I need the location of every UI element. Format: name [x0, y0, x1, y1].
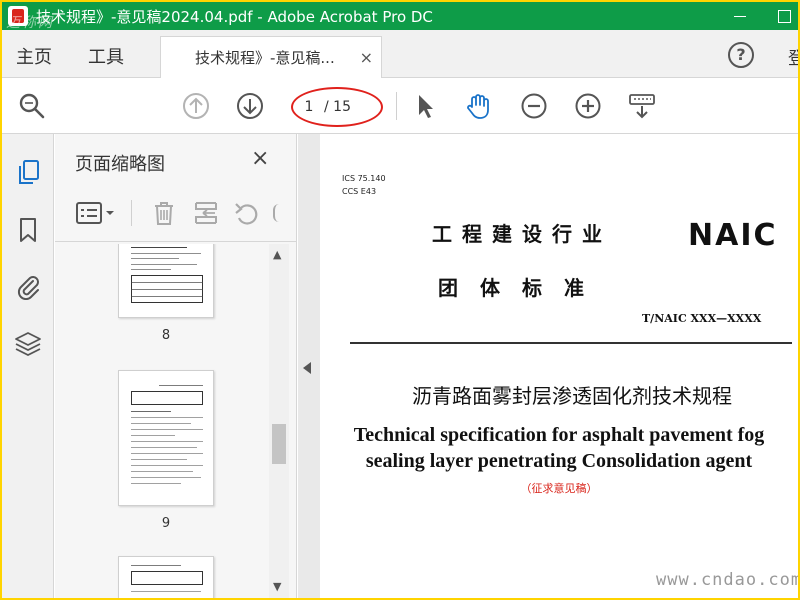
scroll-up-arrow-icon[interactable]: ▲ — [273, 248, 281, 261]
zoom-in-icon[interactable] — [574, 92, 602, 120]
title-bar: 技术规程》-意见稿2024.04.pdf - Adobe Acrobat Pro… — [2, 2, 798, 30]
page-thumbnail-10[interactable] — [118, 556, 214, 598]
bookmark-icon[interactable] — [14, 216, 42, 244]
help-button[interactable]: ? — [728, 42, 754, 68]
document-title-cn: 沥青路面雾封层渗透固化剂技术规程 — [412, 384, 732, 408]
navigation-pane-strip — [2, 134, 54, 598]
attachment-icon[interactable] — [14, 272, 42, 300]
close-tab-icon[interactable]: × — [360, 48, 373, 67]
panel-title: 页面缩略图 — [75, 154, 165, 175]
document-tab[interactable]: 技术规程》-意见稿... × — [160, 36, 382, 78]
page-down-icon[interactable] — [236, 92, 264, 120]
standard-number: T/NAIC XXX—XXXX — [642, 312, 762, 325]
document-tab-label: 技术规程》-意见稿... — [195, 49, 335, 67]
title-en-line2: sealing layer penetrating Consolidation … — [365, 450, 753, 472]
header-rule — [350, 342, 792, 344]
page-thumbnails-icon[interactable] — [14, 158, 42, 186]
window-title: 技术规程》-意见稿2024.04.pdf - Adobe Acrobat Pro… — [36, 7, 433, 26]
toolbar-divider — [396, 92, 397, 120]
org-logo-text: NAIC — [688, 218, 778, 253]
thumbnail-page-number: 8 — [161, 328, 171, 343]
select-pointer-icon[interactable] — [412, 92, 440, 120]
panel-splitter[interactable] — [298, 134, 320, 598]
window-controls — [732, 2, 792, 30]
tab-bar: 主页 工具 技术规程》-意见稿... × ? 登 — [2, 30, 798, 78]
search-icon[interactable] — [18, 92, 46, 120]
scrollbar-thumb[interactable] — [272, 424, 286, 464]
close-panel-icon[interactable]: × — [251, 146, 269, 171]
options-menu-icon[interactable] — [75, 200, 117, 226]
thumbnail-page-number: 9 — [161, 516, 171, 531]
thumbnail-scrollbar[interactable]: ▲ ▼ — [269, 244, 289, 598]
more-tools-icon[interactable] — [273, 204, 279, 222]
minimize-button[interactable] — [732, 8, 748, 24]
doc-heading-line1: 工程建设行业 — [432, 222, 612, 246]
app-window: 技术规程》-意见稿2024.04.pdf - Adobe Acrobat Pro… — [2, 2, 798, 598]
thumbnails-panel: 页面缩略图 × 8 9 ▲ ▼ — [55, 134, 297, 598]
ccs-code: CCS E43 — [342, 187, 377, 196]
ics-code: ICS 75.140 — [342, 174, 386, 183]
insert-page-icon[interactable] — [193, 200, 219, 226]
page-thumbnail-9[interactable] — [118, 370, 214, 506]
site-watermark-url: www.cndao.com — [656, 570, 798, 590]
undo-icon[interactable] — [233, 200, 259, 226]
keyboard-scroll-icon[interactable] — [628, 92, 656, 120]
maximize-button[interactable] — [776, 8, 792, 24]
delete-icon[interactable] — [151, 200, 177, 226]
tools-tab[interactable]: 工具 — [88, 43, 124, 69]
main-toolbar: 1 / 15 — [2, 78, 798, 134]
document-title-en: Technical specification for asphalt pave… — [320, 422, 798, 474]
highlight-annotation — [291, 87, 383, 127]
document-page: ICS 75.140 CCS E43 工程建设行业 团体标准 NAIC T/NA… — [320, 134, 798, 598]
draft-note: （征求意见稿） — [520, 482, 598, 495]
zoom-out-icon[interactable] — [520, 92, 548, 120]
layers-icon[interactable] — [14, 330, 42, 358]
site-watermark: 迈称网 — [6, 15, 54, 31]
page-thumbnail-8[interactable] — [118, 244, 214, 318]
login-button[interactable]: 登 — [788, 44, 798, 69]
collapse-panel-icon[interactable] — [303, 362, 311, 374]
hand-tool-icon[interactable] — [464, 92, 492, 120]
panel-divider — [131, 200, 132, 226]
title-en-line1: Technical specification for asphalt pave… — [353, 424, 765, 446]
home-tab[interactable]: 主页 — [16, 43, 52, 69]
page-up-icon[interactable] — [182, 92, 210, 120]
classification-codes: ICS 75.140 CCS E43 — [342, 172, 386, 198]
doc-heading-line2: 团体标准 — [438, 276, 606, 300]
panel-toolbar — [55, 186, 297, 242]
thumbnail-list: 8 9 — [55, 244, 269, 598]
scroll-down-arrow-icon[interactable]: ▼ — [273, 580, 281, 593]
